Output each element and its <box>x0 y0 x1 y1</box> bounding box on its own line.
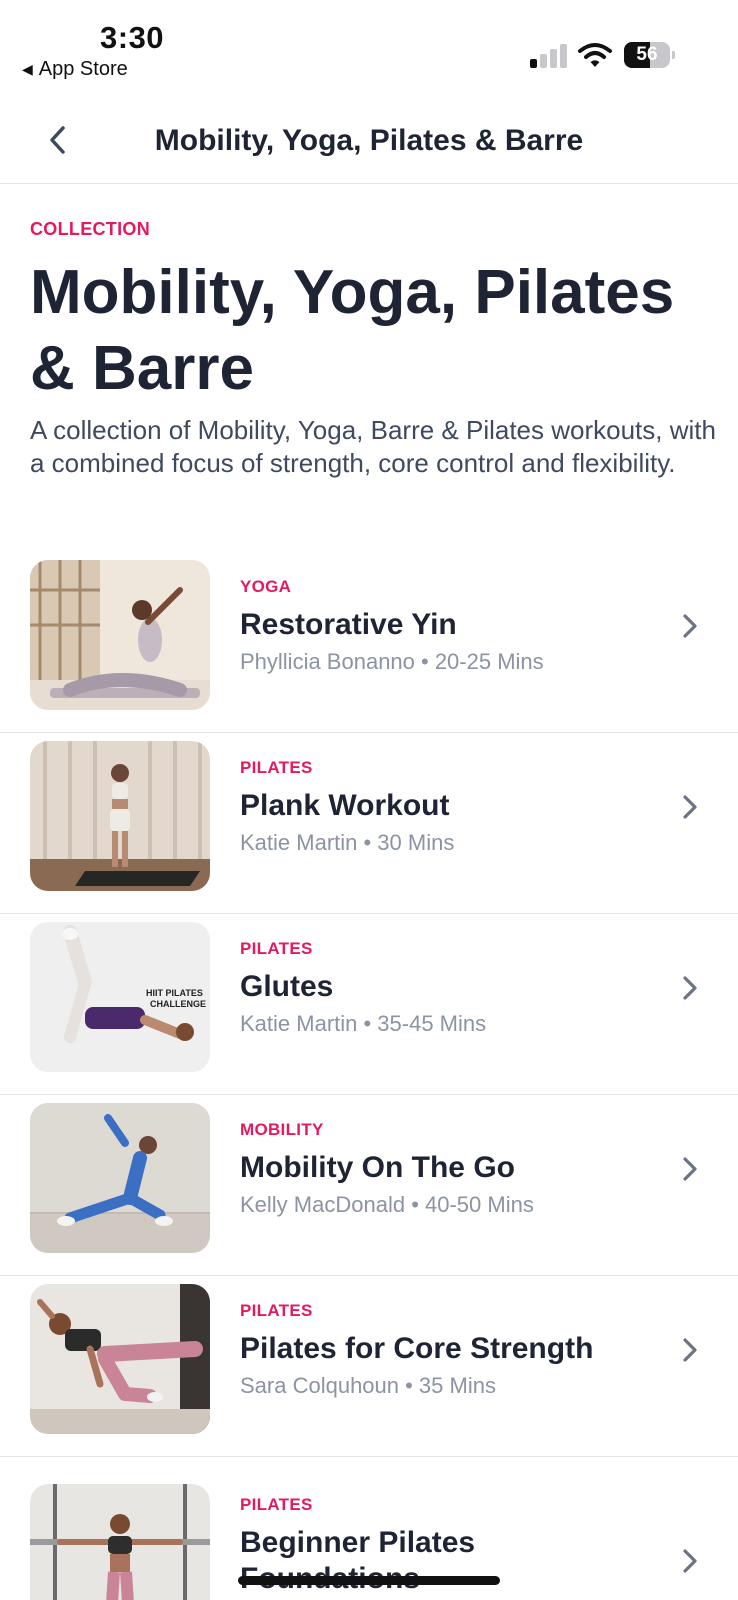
home-indicator[interactable] <box>238 1576 500 1585</box>
workout-category: YOGA <box>240 577 292 596</box>
workout-thumbnail <box>30 1284 210 1434</box>
workout-name: Mobility On The Go <box>240 1151 515 1184</box>
back-to-app-store-link[interactable]: ◀ App Store <box>22 58 128 81</box>
workout-category: MOBILITY <box>240 1120 324 1139</box>
workout-name: Pilates for Core Strength <box>240 1332 594 1365</box>
workout-thumbnail <box>30 1484 210 1600</box>
workout-name: Glutes <box>240 970 334 1003</box>
workout-meta: Sara Colquhoun • 35 Mins <box>240 1373 496 1398</box>
workout-thumbnail <box>30 741 210 891</box>
workout-list: YOGA Restorative Yin Phyllicia Bonanno •… <box>0 552 738 1600</box>
workout-row[interactable]: HIIT PILATES CHALLENGE PILATES Glutes Kat… <box>0 914 738 1095</box>
nav-header: Mobility, Yoga, Pilates & Barre <box>0 100 738 184</box>
status-time: 3:30 <box>100 20 165 55</box>
nav-title: Mobility, Yoga, Pilates & Barre <box>154 124 584 157</box>
chevron-right-icon <box>683 1157 697 1181</box>
chevron-right-icon <box>683 1338 697 1362</box>
collection-description: A collection of Mobility, Yoga, Barre & … <box>30 415 716 478</box>
workout-category: PILATES <box>240 1301 313 1320</box>
workout-name: Restorative Yin <box>240 608 457 641</box>
page-title: Mobility, Yoga, Pilates & Barre <box>30 258 675 403</box>
status-bar: 3:30 ◀ App Store 56 <box>0 0 738 90</box>
workout-meta: Katie Martin • 30 Mins <box>240 830 455 855</box>
battery-level: 56 <box>636 44 658 65</box>
workout-thumbnail: HIIT PILATES CHALLENGE <box>30 922 210 1072</box>
battery-icon: 56 <box>624 42 675 68</box>
chevron-right-icon <box>683 1549 697 1573</box>
workout-category: PILATES <box>240 758 313 777</box>
workout-name: Plank Workout <box>240 789 450 822</box>
thumbnail-overlay-text: HIIT PILATES CHALLENGE <box>146 988 206 1009</box>
workout-meta: Phyllicia Bonanno • 20-25 Mins <box>240 649 544 674</box>
workout-meta: Kelly MacDonald • 40-50 Mins <box>240 1192 534 1217</box>
back-app-label: App Store <box>38 58 128 80</box>
workout-meta: Katie Martin • 35-45 Mins <box>240 1011 487 1036</box>
workout-category: PILATES <box>240 939 313 958</box>
back-triangle-icon: ◀ <box>22 61 33 77</box>
workout-row[interactable]: PILATES Pilates for Core Strength Sara C… <box>0 1276 738 1457</box>
collection-label: COLLECTION <box>30 219 150 239</box>
workout-row[interactable]: PILATES Plank Workout Katie Martin • 30 … <box>0 733 738 914</box>
workout-thumbnail <box>30 1103 210 1253</box>
workout-name: Beginner Pilates Foundations <box>240 1526 476 1595</box>
chevron-right-icon <box>683 976 697 1000</box>
workout-thumbnail <box>30 560 210 710</box>
workout-category: PILATES <box>240 1495 313 1514</box>
cellular-signal-icon <box>530 44 568 68</box>
wifi-icon <box>578 42 612 68</box>
workout-row[interactable]: YOGA Restorative Yin Phyllicia Bonanno •… <box>0 552 738 733</box>
chevron-right-icon <box>683 795 697 819</box>
workout-row[interactable]: MOBILITY Mobility On The Go Kelly MacDon… <box>0 1095 738 1276</box>
chevron-right-icon <box>683 614 697 638</box>
